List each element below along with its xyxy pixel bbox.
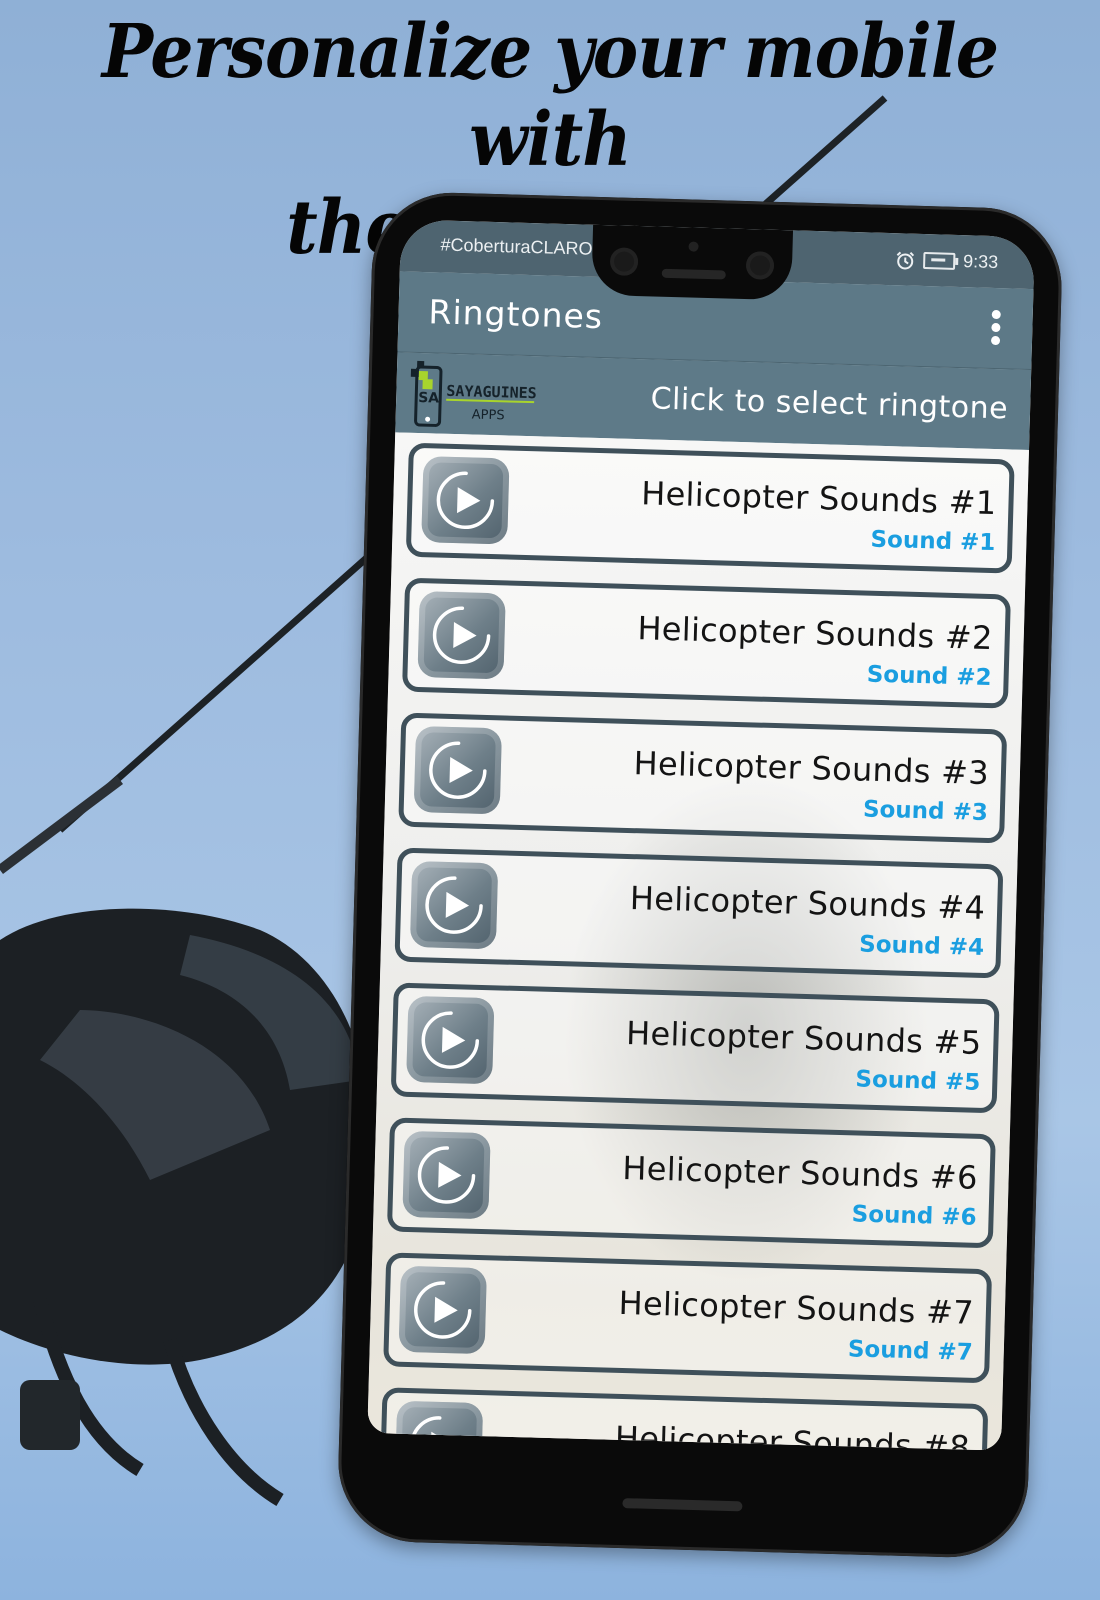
play-button[interactable] [413,726,503,815]
phone-frame: #CoberturaCLARO 9:33 Ringtones SA SAYAGU… [336,190,1064,1560]
play-circle-icon [414,1281,472,1339]
phone-mockup: #CoberturaCLARO 9:33 Ringtones SA SAYAGU… [336,190,1064,1560]
alarm-icon [896,251,915,269]
app-title: Ringtones [428,292,604,337]
play-circle-icon [432,606,491,664]
ringtone-title: Helicopter Sounds #5 [625,1014,982,1062]
carrier-label: #CoberturaCLARO [440,234,593,259]
ringtone-list-item[interactable]: Helicopter Sounds #4 Sound #4 [394,847,1004,979]
rocket-pod [20,1380,80,1450]
ringtone-subtitle: Sound #1 [870,526,996,557]
play-circle-icon [429,741,487,799]
play-button[interactable] [409,860,499,950]
front-camera-icon [745,251,775,280]
ringtone-list-item[interactable]: Helicopter Sounds #3 Sound #3 [398,712,1008,844]
play-circle-icon [421,1011,480,1069]
camera-notch [591,224,794,301]
ringtone-list-item[interactable]: Helicopter Sounds #7 Sound #7 [383,1252,993,1384]
play-circle-icon [436,471,495,530]
rotor-hub [0,776,123,874]
ringtone-title: Helicopter Sounds #1 [640,474,998,523]
play-button[interactable] [421,456,510,545]
landing-skid [163,1338,284,1507]
ringtone-subtitle: Sound #5 [855,1066,981,1096]
ringtone-subtitle: Sound #7 [847,1336,974,1366]
instruction-text: Click to select ringtone [650,381,1009,427]
ringtone-list: Helicopter Sounds #1 Sound #1 Helicopter… [367,432,1029,1451]
ringtone-list-item[interactable]: Helicopter Sounds #1 Sound #1 [405,442,1015,574]
ringtone-subtitle: Sound #3 [862,796,989,827]
play-button[interactable] [417,591,506,680]
home-indicator [622,1498,743,1512]
play-button[interactable] [406,995,495,1085]
ringtone-list-item[interactable]: Helicopter Sounds #5 Sound #5 [390,982,1000,1114]
logo-sub: APPS [472,407,505,423]
front-camera-icon [609,247,639,277]
ringtone-title: Helicopter Sounds #7 [618,1283,975,1332]
play-circle-icon [410,1416,468,1451]
ringtone-title: Helicopter Sounds #2 [636,609,994,658]
sensor-icon [688,241,699,252]
play-button[interactable] [402,1130,491,1220]
ringtone-title: Helicopter Sounds #8 [614,1418,971,1451]
ringtone-list-item[interactable]: Helicopter Sounds #2 Sound #2 [402,577,1011,709]
earpiece-speaker [661,268,726,280]
ringtone-list-item[interactable]: Helicopter Sounds #6 Sound #6 [386,1117,996,1249]
ringtone-subtitle: Sound #4 [858,931,985,961]
clock-time: 9:33 [962,251,999,273]
sayaguines-apps-logo: SA SAYAGUINES APPS [410,360,537,427]
more-vert-icon[interactable] [988,309,1003,350]
ringtone-title: Helicopter Sounds #3 [633,744,990,793]
headline-line-1: Personalize your mobile with [101,9,999,183]
phone-screen: #CoberturaCLARO 9:33 Ringtones SA SAYAGU… [367,219,1035,1451]
battery-charging-icon [922,251,956,270]
play-circle-icon [417,1146,476,1204]
logo-initials: SA [418,390,440,407]
play-button[interactable] [394,1400,484,1451]
ringtone-subtitle: Sound #2 [866,661,992,692]
status-icons: 9:33 [895,249,999,273]
play-circle-icon [425,876,483,934]
ringtone-title: Helicopter Sounds #4 [629,879,986,927]
ringtone-title: Helicopter Sounds #6 [621,1148,979,1197]
ringtone-subtitle: Sound #6 [851,1201,977,1231]
play-button[interactable] [398,1265,487,1355]
